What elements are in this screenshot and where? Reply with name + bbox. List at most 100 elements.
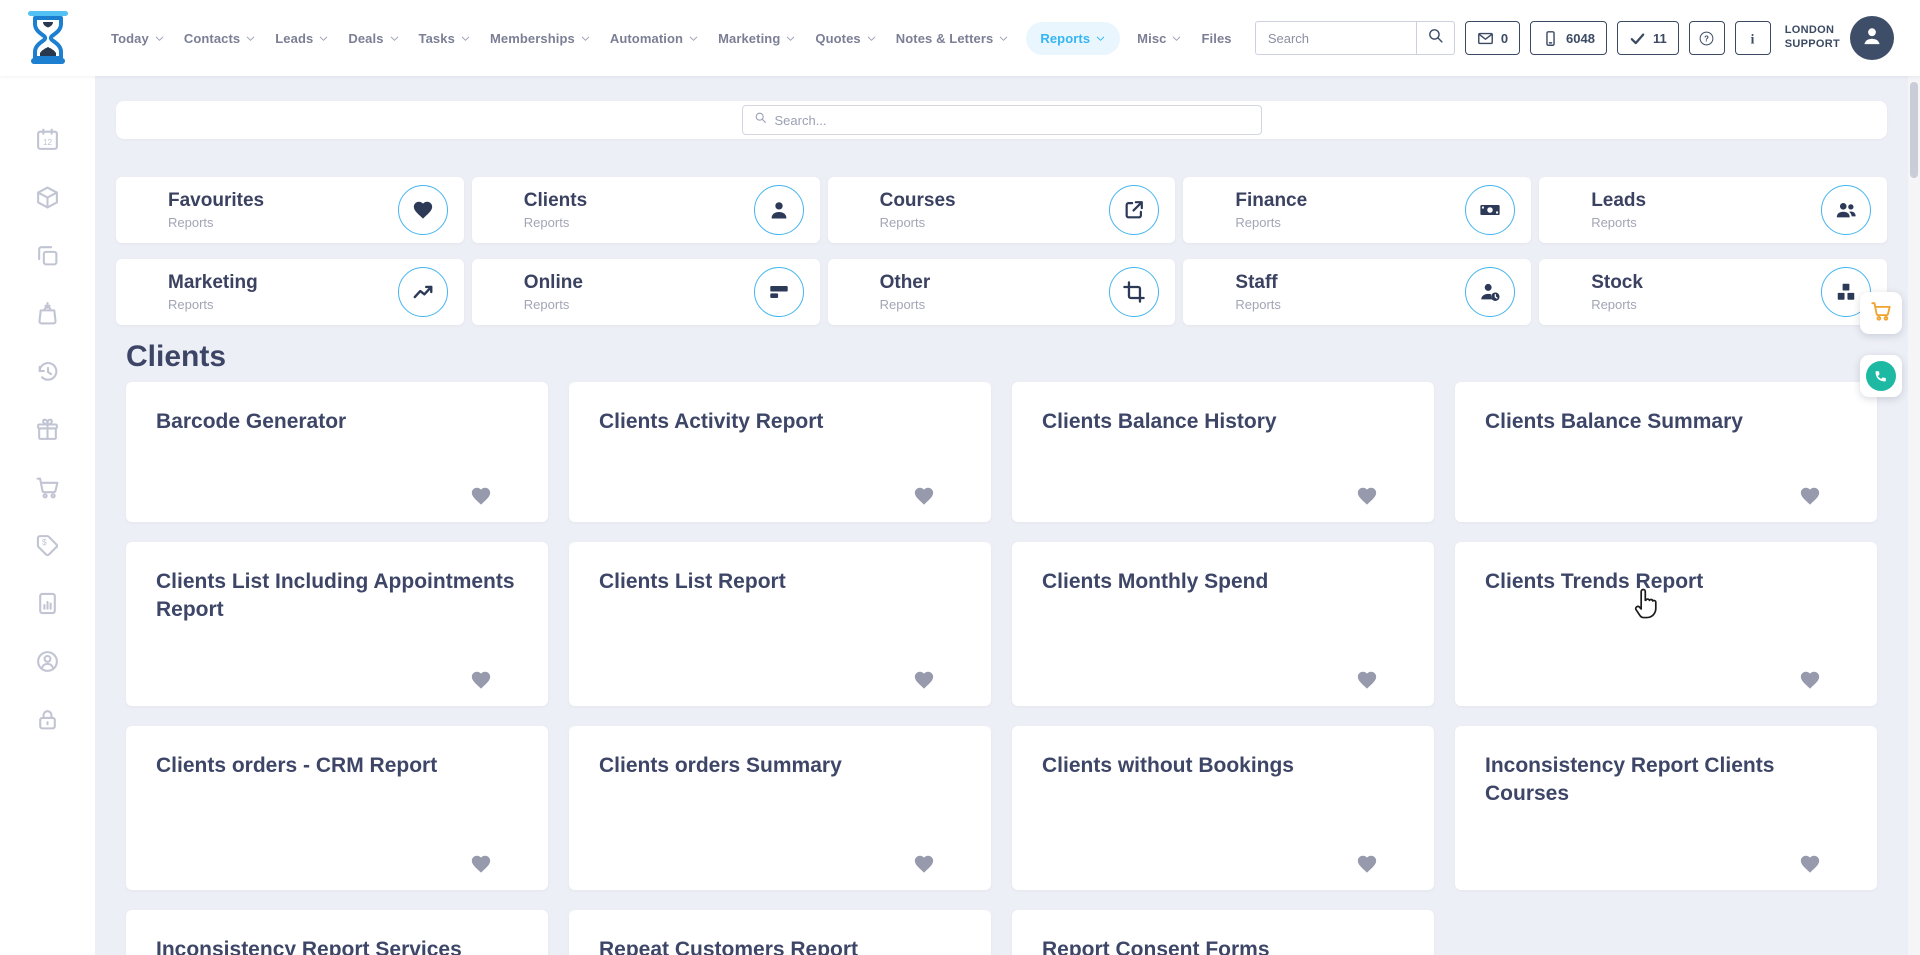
nav-item-tasks[interactable]: Tasks xyxy=(417,22,473,55)
report-title: Clients Balance Summary xyxy=(1485,408,1847,436)
category-card-leads[interactable]: LeadsReports xyxy=(1539,177,1887,243)
nav-item-marketing[interactable]: Marketing xyxy=(716,22,798,55)
favourite-heart-icon[interactable] xyxy=(1799,485,1821,507)
avatar[interactable] xyxy=(1850,16,1894,60)
sidebar-item-bag[interactable] xyxy=(25,284,71,342)
sidebar-item-lock[interactable] xyxy=(25,690,71,748)
report-card-clients-orders-crm-report[interactable]: Clients orders - CRM Report xyxy=(126,726,548,890)
report-card-clients-trends-report[interactable]: Clients Trends Report xyxy=(1455,542,1877,706)
envelope-count: 0 xyxy=(1501,31,1508,46)
nav-item-memberships[interactable]: Memberships xyxy=(488,22,593,55)
info-button[interactable]: i xyxy=(1735,21,1771,55)
help-button[interactable]: ? xyxy=(1689,21,1725,55)
sidebar-item-gift[interactable] xyxy=(25,400,71,458)
report-card-clients-list-report[interactable]: Clients List Report xyxy=(569,542,991,706)
nav-item-today[interactable]: Today xyxy=(109,22,167,55)
favourite-heart-icon[interactable] xyxy=(913,485,935,507)
nav-item-reports[interactable]: Reports xyxy=(1026,22,1120,55)
header-badges: 0 6048 11 xyxy=(1465,21,1679,55)
category-card-staff[interactable]: StaffReports xyxy=(1183,259,1531,325)
check-counter-button[interactable]: 11 xyxy=(1617,21,1679,55)
mobile-counter-button[interactable]: 6048 xyxy=(1530,21,1607,55)
nav-item-quotes[interactable]: Quotes xyxy=(813,22,878,55)
report-title: Clients without Bookings xyxy=(1042,752,1404,780)
nav-item-contacts[interactable]: Contacts xyxy=(182,22,258,55)
sidebar-item-report[interactable] xyxy=(25,574,71,632)
chevron-down-icon xyxy=(998,33,1009,44)
category-card-marketing[interactable]: MarketingReports xyxy=(116,259,464,325)
favourite-heart-icon[interactable] xyxy=(1799,669,1821,691)
report-card-inconsistency-report-clients-courses[interactable]: Inconsistency Report Clients Courses xyxy=(1455,726,1877,890)
sidebar-item-user-circle[interactable] xyxy=(25,632,71,690)
nav-item-label: Contacts xyxy=(184,31,240,46)
category-card-finance[interactable]: FinanceReports xyxy=(1183,177,1531,243)
category-card-clients[interactable]: ClientsReports xyxy=(472,177,820,243)
favourite-heart-icon[interactable] xyxy=(1356,669,1378,691)
category-card-favourites[interactable]: FavouritesReports xyxy=(116,177,464,243)
floating-cart-button[interactable] xyxy=(1860,292,1902,334)
svg-text:12: 12 xyxy=(43,137,53,147)
nav-item-misc[interactable]: Misc xyxy=(1135,22,1184,55)
report-card-clients-orders-summary[interactable]: Clients orders Summary xyxy=(569,726,991,890)
sidebar-item-cart[interactable] xyxy=(25,458,71,516)
category-card-stock[interactable]: StockReports xyxy=(1539,259,1887,325)
favourite-heart-icon[interactable] xyxy=(913,669,935,691)
favourite-heart-icon[interactable] xyxy=(470,669,492,691)
reports-search-input[interactable] xyxy=(775,113,1250,128)
favourite-heart-icon[interactable] xyxy=(1356,853,1378,875)
favourite-heart-icon[interactable] xyxy=(1356,485,1378,507)
category-text: MarketingReports xyxy=(168,272,258,312)
nav-item-files[interactable]: Files xyxy=(1199,22,1233,55)
heart-icon xyxy=(398,185,448,235)
favourite-heart-icon[interactable] xyxy=(470,485,492,507)
nav-item-label: Files xyxy=(1201,31,1231,46)
favourite-heart-icon[interactable] xyxy=(470,853,492,875)
header-search-button[interactable] xyxy=(1416,22,1454,54)
envelope-icon xyxy=(1477,30,1494,47)
package-icon xyxy=(35,185,60,210)
nav-item-notes-letters[interactable]: Notes & Letters xyxy=(894,22,1012,55)
report-card-clients-balance-summary[interactable]: Clients Balance Summary xyxy=(1455,382,1877,522)
chevron-down-icon xyxy=(245,33,256,44)
info-icon: i xyxy=(1744,30,1761,47)
category-text: CoursesReports xyxy=(880,190,956,230)
category-subtitle: Reports xyxy=(168,297,258,312)
report-title: Inconsistency Report Clients Courses xyxy=(1485,752,1847,807)
chart-line-icon xyxy=(398,267,448,317)
nav-item-deals[interactable]: Deals xyxy=(346,22,401,55)
sidebar-item-package[interactable] xyxy=(25,168,71,226)
nav-item-label: Quotes xyxy=(815,31,860,46)
report-card-clients-monthly-spend[interactable]: Clients Monthly Spend xyxy=(1012,542,1434,706)
category-text: ClientsReports xyxy=(524,190,587,230)
floating-whatsapp-button[interactable] xyxy=(1860,355,1902,397)
nav-item-automation[interactable]: Automation xyxy=(608,22,701,55)
sidebar-item-copy[interactable] xyxy=(25,226,71,284)
report-card-inconsistency-report-services[interactable]: Inconsistency Report Services xyxy=(126,910,548,955)
report-card-barcode-generator[interactable]: Barcode Generator xyxy=(126,382,548,522)
report-card-clients-activity-report[interactable]: Clients Activity Report xyxy=(569,382,991,522)
app-logo[interactable] xyxy=(0,9,95,67)
sidebar-item-history[interactable] xyxy=(25,342,71,400)
report-card-clients-balance-history[interactable]: Clients Balance History xyxy=(1012,382,1434,522)
report-card-clients-list-including-appointments-report[interactable]: Clients List Including Appointments Repo… xyxy=(126,542,548,706)
scrollbar-thumb[interactable] xyxy=(1910,82,1918,178)
report-card-report-consent-forms[interactable]: Report Consent Forms xyxy=(1012,910,1434,955)
category-subtitle: Reports xyxy=(1591,215,1646,230)
mobile-icon xyxy=(1542,30,1559,47)
category-card-online[interactable]: OnlineReports xyxy=(472,259,820,325)
svg-text:i: i xyxy=(1751,31,1755,46)
category-card-courses[interactable]: CoursesReports xyxy=(828,177,1176,243)
sidebar-item-price-tag[interactable]: $ xyxy=(25,516,71,574)
category-card-other[interactable]: OtherReports xyxy=(828,259,1176,325)
envelope-counter-button[interactable]: 0 xyxy=(1465,21,1520,55)
report-card-repeat-customers-report[interactable]: Repeat Customers Report xyxy=(569,910,991,955)
cart-icon xyxy=(1870,300,1892,327)
nav-item-leads[interactable]: Leads xyxy=(273,22,331,55)
favourite-heart-icon[interactable] xyxy=(913,853,935,875)
header-search xyxy=(1255,21,1455,55)
favourite-heart-icon[interactable] xyxy=(1799,853,1821,875)
report-card-clients-without-bookings[interactable]: Clients without Bookings xyxy=(1012,726,1434,890)
header-search-input[interactable] xyxy=(1256,31,1416,46)
category-subtitle: Reports xyxy=(1591,297,1643,312)
sidebar-item-calendar[interactable]: 12 xyxy=(25,110,71,168)
